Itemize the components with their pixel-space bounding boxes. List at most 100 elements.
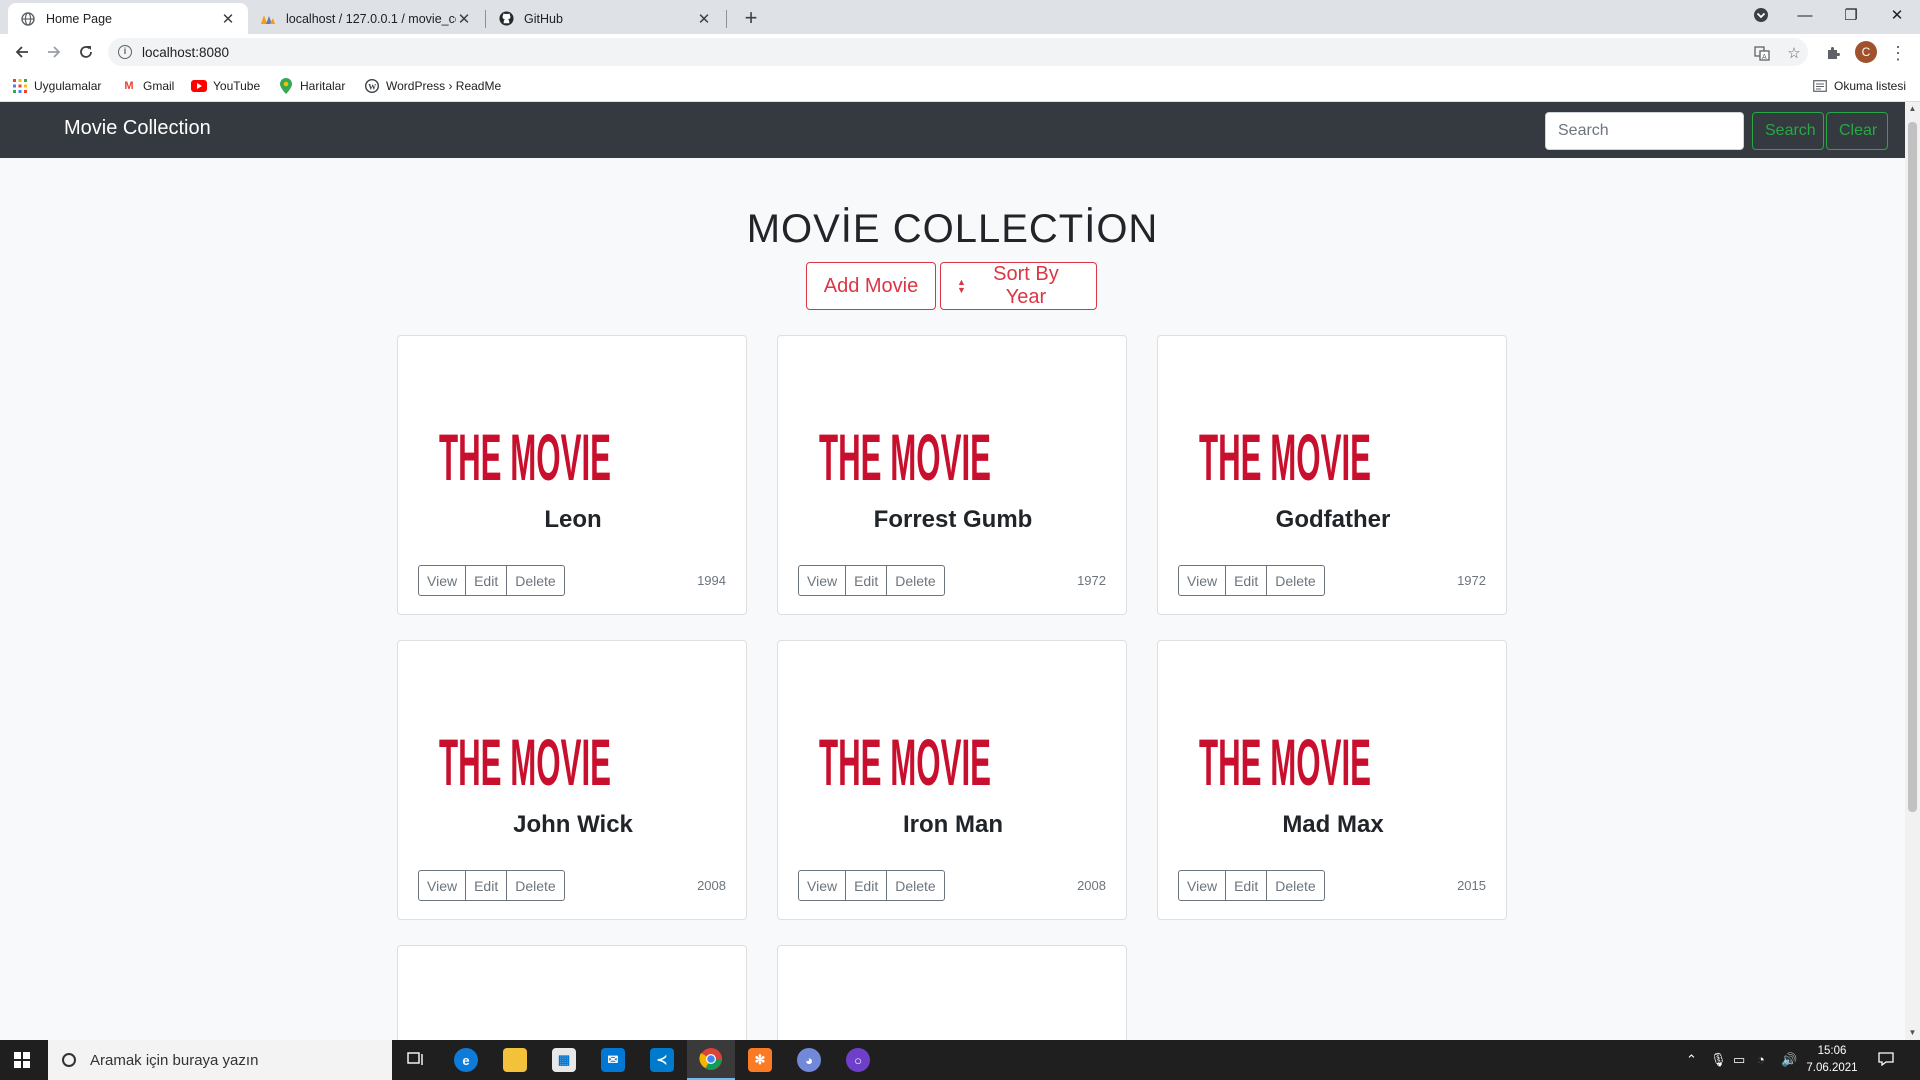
translate-icon[interactable]: A (1752, 43, 1772, 63)
search-input[interactable] (1545, 112, 1744, 150)
tab-search-icon[interactable] (1738, 0, 1784, 30)
windows-start-icon[interactable] (14, 1052, 30, 1068)
discord-icon[interactable]: ◕ (785, 1040, 833, 1080)
taskbar-search-placeholder: Aramak için buraya yazın (90, 1051, 259, 1069)
clear-button[interactable]: Clear (1826, 112, 1888, 150)
svg-text:THE MOVIE: THE MOVIE (1199, 727, 1371, 791)
delete-button[interactable]: Delete (1266, 870, 1325, 901)
edit-button[interactable]: Edit (845, 870, 888, 901)
search-button[interactable]: Search (1752, 112, 1824, 150)
menu-dots-icon[interactable]: ⋮ (1888, 43, 1908, 63)
edit-button[interactable]: Edit (845, 565, 888, 596)
vscode-icon[interactable]: ≺ (638, 1040, 686, 1080)
view-button[interactable]: View (418, 565, 467, 596)
view-button[interactable]: View (418, 870, 467, 901)
apps-grid-icon (12, 78, 28, 94)
close-tab-icon[interactable]: ✕ (696, 10, 712, 28)
navbar-brand[interactable]: Movie Collection (64, 117, 211, 140)
close-window-icon[interactable]: ✕ (1874, 0, 1920, 30)
scrollbar-thumb[interactable] (1908, 122, 1917, 812)
delete-button[interactable]: Delete (506, 870, 565, 901)
bookmark-star-icon[interactable]: ☆ (1784, 43, 1804, 63)
volume-icon[interactable]: 🔊 (1781, 1052, 1797, 1068)
tab-phpmyadmin[interactable]: localhost / 127.0.0.1 / movie_coll ✕ (248, 3, 484, 34)
bookmark-apps[interactable]: Uygulamalar (12, 76, 101, 96)
file-explorer-icon[interactable] (491, 1040, 539, 1080)
movie-card: THE MOVIE Leon View Edit Delete 1994 (397, 335, 747, 615)
svg-text:THE MOVIE: THE MOVIE (439, 422, 611, 486)
tab-title: localhost / 127.0.0.1 / movie_coll (286, 11, 456, 26)
movie-poster-image: THE MOVIE (439, 422, 611, 486)
edit-button[interactable]: Edit (465, 870, 508, 901)
edit-button[interactable]: Edit (465, 565, 508, 596)
store-icon[interactable]: ▦ (540, 1040, 588, 1080)
taskbar-clock[interactable]: 15:06 7.06.2021 (1802, 1043, 1862, 1077)
page-scrollbar[interactable]: ▲ ▼ (1905, 102, 1920, 1040)
delete-button[interactable]: Delete (506, 565, 565, 596)
xampp-icon[interactable]: ✻ (736, 1040, 784, 1080)
wifi-icon[interactable]: ◔ (1757, 1052, 1765, 1067)
bookmark-label: WordPress › ReadMe (386, 79, 502, 93)
view-button[interactable]: View (1178, 565, 1227, 596)
page-title: MOVİE COLLECTİON (746, 207, 1159, 251)
mail-icon[interactable]: ✉ (589, 1040, 637, 1080)
extensions-icon[interactable] (1823, 43, 1843, 63)
address-bar[interactable]: i localhost:8080 (108, 38, 1808, 66)
movie-card: THE MOVIE Mad Max View Edit Delete 2015 (1157, 640, 1507, 920)
movie-title: John Wick (513, 811, 633, 838)
bookmark-gmail[interactable]: M Gmail (121, 76, 174, 96)
chrome-icon[interactable] (687, 1040, 735, 1080)
svg-text:THE MOVIE: THE MOVIE (819, 727, 991, 791)
movie-poster-image: THE MOVIE (819, 1032, 991, 1040)
movie-card: THE MOVIE (777, 945, 1127, 1040)
svg-text:THE MOVIE: THE MOVIE (1199, 422, 1371, 486)
svg-text:W: W (368, 82, 376, 91)
tray-chevron-icon[interactable]: ⌃ (1686, 1052, 1697, 1068)
delete-button[interactable]: Delete (1266, 565, 1325, 596)
movie-poster-image: THE MOVIE (819, 727, 991, 791)
tab-github[interactable]: GitHub ✕ (486, 3, 724, 34)
github-icon (498, 11, 514, 27)
battery-icon[interactable]: ▭ (1733, 1052, 1745, 1068)
tab-home-page[interactable]: Home Page ✕ (8, 3, 248, 34)
github-desktop-icon[interactable]: ○ (834, 1040, 882, 1080)
forward-icon[interactable] (42, 40, 66, 64)
back-icon[interactable] (10, 40, 34, 64)
edge-icon[interactable]: e (442, 1040, 490, 1080)
view-button[interactable]: View (798, 565, 847, 596)
profile-avatar[interactable]: C (1855, 41, 1877, 63)
delete-button[interactable]: Delete (886, 870, 945, 901)
scroll-up-arrow[interactable]: ▲ (1905, 102, 1920, 116)
gmail-icon: M (124, 80, 134, 92)
scroll-down-arrow[interactable]: ▼ (1905, 1026, 1920, 1040)
bookmark-maps[interactable]: Haritalar (278, 76, 345, 96)
site-info-icon[interactable]: i (118, 45, 132, 59)
bookmark-wordpress[interactable]: W WordPress › ReadMe (364, 76, 501, 96)
add-movie-button[interactable]: Add Movie (806, 262, 936, 310)
close-tab-icon[interactable]: ✕ (220, 10, 236, 28)
view-button[interactable]: View (798, 870, 847, 901)
reading-list-label: Okuma listesi (1834, 79, 1907, 93)
reading-list[interactable]: Okuma listesi (1812, 76, 1906, 96)
new-tab-button[interactable]: + (737, 4, 765, 32)
view-button[interactable]: View (1178, 870, 1227, 901)
taskbar-search[interactable]: Aramak için buraya yazın (48, 1040, 392, 1080)
sort-by-year-button[interactable]: ▲ ▼ Sort By Year (940, 262, 1097, 310)
bookmark-youtube[interactable]: YouTube (191, 76, 260, 96)
delete-button[interactable]: Delete (886, 565, 945, 596)
minimize-icon[interactable]: — (1782, 0, 1828, 30)
movie-poster-image: THE MOVIE (819, 422, 991, 486)
restore-icon[interactable]: ❐ (1828, 0, 1874, 30)
task-view-icon[interactable] (392, 1040, 440, 1080)
svg-text:THE MOVIE: THE MOVIE (439, 727, 611, 791)
bookmark-label: YouTube (213, 79, 261, 93)
notifications-icon[interactable] (1878, 1052, 1894, 1069)
movie-card: THE MOVIE Iron Man View Edit Delete 2008 (777, 640, 1127, 920)
maps-icon (278, 78, 294, 94)
close-tab-icon[interactable]: ✕ (456, 10, 472, 28)
microphone-icon[interactable]: 🎙 (1710, 1052, 1727, 1068)
edit-button[interactable]: Edit (1225, 870, 1268, 901)
edit-button[interactable]: Edit (1225, 565, 1268, 596)
add-movie-label: Add Movie (823, 274, 919, 297)
reload-icon[interactable] (74, 40, 98, 64)
